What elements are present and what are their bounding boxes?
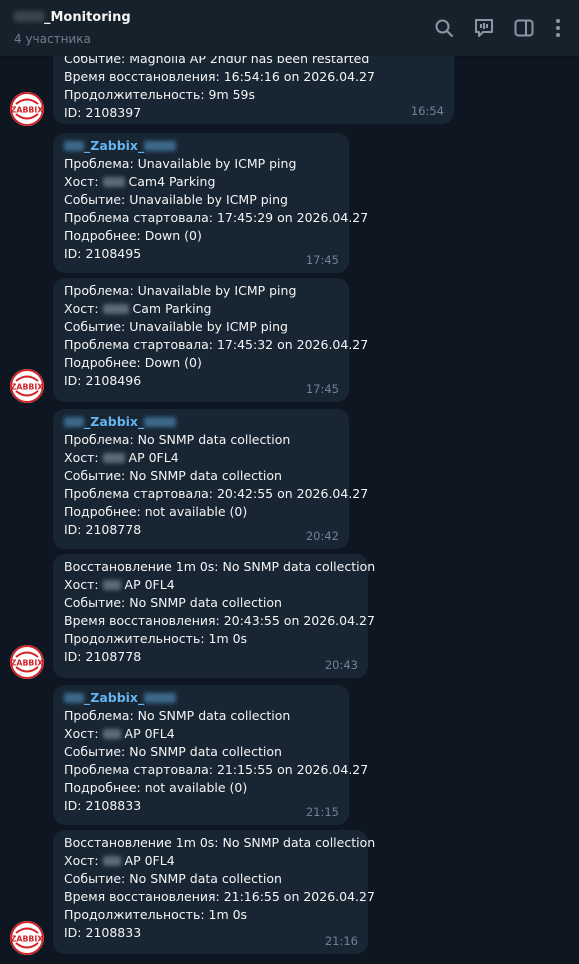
message-bubble[interactable]: _Zabbix_ Проблема: Unavailable by ICMP p…: [53, 133, 369, 273]
duration-line: Продолжительность: 9m 59s: [64, 87, 256, 102]
redacted-text: [144, 141, 177, 151]
details-line: Подробнее: not available (0): [64, 780, 248, 795]
id-line: ID: 2108778: [64, 649, 142, 664]
member-count: 4 участника: [14, 32, 91, 46]
zabbix-avatar[interactable]: ZABBIX: [10, 92, 44, 126]
host-line: Хост: Cam4 Parking: [64, 174, 216, 189]
recovery-line: Восстановление 1m 0s: No SNMP data colle…: [64, 559, 376, 574]
host-line: Хост: AP 0FL4: [64, 577, 175, 592]
sidebar-toggle-icon[interactable]: [513, 17, 535, 39]
started-line: Проблема стартовала: 20:42:55 on 2026.04…: [64, 486, 369, 501]
message-time: 16:54: [410, 104, 444, 118]
host-line: Хост: AP 0FL4: [64, 726, 175, 741]
message-time: 21:15: [305, 805, 339, 819]
redacted-text: [64, 417, 84, 427]
event-line: Событие: No SNMP data collection: [64, 595, 282, 610]
event-line: Событие: Unavailable by ICMP ping: [64, 319, 288, 334]
event-line: Событие: No SNMP data collection: [64, 468, 282, 483]
svg-text:ZABBIX: ZABBIX: [11, 935, 44, 944]
restore-time-line: Время восстановления: 16:54:16 on 2026.0…: [64, 69, 375, 84]
problem-line: Проблема: Unavailable by ICMP ping: [64, 156, 297, 171]
redacted-text: [64, 141, 84, 151]
sender-name[interactable]: _Zabbix_: [64, 413, 338, 431]
restore-time-line: Время восстановления: 21:16:55 on 2026.0…: [64, 889, 375, 904]
duration-line: Продолжительность: 1m 0s: [64, 631, 248, 646]
message-time: 20:42: [305, 529, 339, 543]
message-bubble[interactable]: _Zabbix_ Проблема: No SNMP data collecti…: [53, 685, 369, 825]
recovery-line: Восстановление 1m 0s: No SNMP data colle…: [64, 835, 376, 850]
problem-line: Проблема: Unavailable by ICMP ping: [64, 283, 297, 298]
redacted-text: [102, 304, 129, 314]
restore-time-line: Время восстановления: 20:43:55 on 2026.0…: [64, 613, 375, 628]
zabbix-avatar[interactable]: ZABBIX: [10, 645, 44, 679]
sender-name[interactable]: _Zabbix_: [64, 137, 338, 155]
redacted-text: [102, 453, 125, 463]
id-line: ID: 2108833: [64, 798, 142, 813]
details-line: Подробнее: not available (0): [64, 504, 248, 519]
svg-text:ZABBIX: ZABBIX: [11, 383, 44, 392]
id-line: ID: 2108397: [64, 105, 142, 120]
started-line: Проблема стартовала: 17:45:29 on 2026.04…: [64, 210, 369, 225]
redacted-text: [144, 693, 177, 703]
zabbix-avatar[interactable]: ZABBIX: [10, 921, 44, 955]
live-stream-icon[interactable]: [473, 17, 495, 39]
redacted-text: [102, 580, 121, 590]
message-bubble[interactable]: Событие: Magnolia AP 2nd0r has been rest…: [53, 56, 454, 124]
svg-text:ZABBIX: ZABBIX: [11, 106, 44, 115]
search-icon[interactable]: [433, 17, 455, 39]
message-list[interactable]: Событие: Magnolia AP 2nd0r has been rest…: [0, 56, 579, 964]
started-line: Проблема стартовала: 17:45:32 on 2026.04…: [64, 337, 369, 352]
message-time: 17:45: [305, 253, 339, 267]
sender-name[interactable]: _Zabbix_: [64, 689, 338, 707]
redacted-text: [102, 729, 121, 739]
chat-header[interactable]: _Monitoring 4 участника: [0, 0, 579, 57]
host-line: Хост: AP 0FL4: [64, 450, 179, 465]
event-line: Событие: Unavailable by ICMP ping: [64, 192, 288, 207]
duration-line: Продолжительность: 1m 0s: [64, 907, 248, 922]
redacted-text: [102, 856, 121, 866]
host-line: Хост: Cam Parking: [64, 301, 212, 316]
message-bubble[interactable]: _Zabbix_ Проблема: No SNMP data collecti…: [53, 409, 369, 549]
event-line: Событие: No SNMP data collection: [64, 871, 282, 886]
event-line: Событие: Magnolia AP 2nd0r has been rest…: [64, 56, 370, 66]
host-line: Хост: AP 0FL4: [64, 853, 175, 868]
id-line: ID: 2108496: [64, 373, 142, 388]
zabbix-avatar[interactable]: ZABBIX: [10, 369, 44, 403]
details-line: Подробнее: Down (0): [64, 355, 202, 370]
message-time: 17:45: [305, 382, 339, 396]
details-line: Подробнее: Down (0): [64, 228, 202, 243]
redacted-text: [14, 11, 44, 22]
message-time: 21:16: [324, 934, 358, 948]
id-line: ID: 2108778: [64, 522, 142, 537]
redacted-text: [144, 417, 177, 427]
event-line: Событие: No SNMP data collection: [64, 744, 282, 759]
problem-line: Проблема: No SNMP data collection: [64, 708, 291, 723]
message-bubble[interactable]: Проблема: Unavailable by ICMP ping Хост:…: [53, 278, 369, 402]
message-bubble[interactable]: Восстановление 1m 0s: No SNMP data colle…: [53, 830, 376, 954]
redacted-text: [102, 177, 125, 187]
message-bubble[interactable]: Восстановление 1m 0s: No SNMP data colle…: [53, 554, 376, 678]
problem-line: Проблема: No SNMP data collection: [64, 432, 291, 447]
id-line: ID: 2108495: [64, 246, 142, 261]
message-time: 20:43: [324, 658, 358, 672]
more-options-icon[interactable]: [547, 17, 569, 39]
svg-text:ZABBIX: ZABBIX: [11, 659, 44, 668]
id-line: ID: 2108833: [64, 925, 142, 940]
chat-title[interactable]: _Monitoring: [14, 10, 131, 25]
redacted-text: [64, 693, 84, 703]
started-line: Проблема стартовала: 21:15:55 on 2026.04…: [64, 762, 369, 777]
